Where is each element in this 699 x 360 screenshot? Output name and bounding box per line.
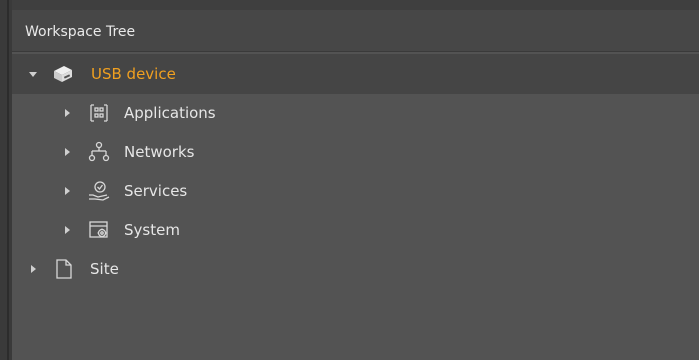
expand-arrow-right-icon[interactable]	[62, 210, 72, 250]
panel-title: Workspace Tree	[25, 24, 136, 40]
panel-header: Workspace Tree	[12, 10, 699, 52]
tree-item-networks[interactable]: Networks	[12, 132, 699, 172]
expand-arrow-down-icon[interactable]	[28, 54, 38, 94]
workspace-tree-window: Workspace Tree USB device Applications N…	[0, 0, 699, 360]
document-icon	[52, 257, 76, 281]
workspace-tree: USB device Applications Networks Service…	[12, 52, 699, 360]
tree-item-services[interactable]: Services	[12, 171, 699, 211]
tree-item-label: System	[124, 221, 180, 239]
applications-icon	[87, 101, 111, 125]
expand-arrow-right-icon[interactable]	[28, 249, 38, 289]
expand-arrow-right-icon[interactable]	[62, 132, 72, 172]
system-icon	[87, 218, 111, 242]
tree-item-site[interactable]: Site	[12, 249, 699, 289]
device-icon	[51, 62, 75, 86]
networks-icon	[87, 140, 111, 164]
tree-item-label: USB device	[91, 65, 176, 83]
tree-item-label: Applications	[124, 104, 216, 122]
tree-item-label: Site	[90, 260, 119, 278]
tree-item-label: Networks	[124, 143, 195, 161]
left-edge-divider	[7, 0, 9, 360]
expand-arrow-right-icon[interactable]	[62, 93, 72, 133]
tree-item-usb-device[interactable]: USB device	[12, 54, 699, 94]
left-edge-border	[0, 0, 12, 360]
top-strip	[0, 0, 699, 10]
tree-item-label: Services	[124, 182, 188, 200]
expand-arrow-right-icon[interactable]	[62, 171, 72, 211]
services-icon	[87, 179, 111, 203]
tree-item-applications[interactable]: Applications	[12, 93, 699, 133]
tree-item-system[interactable]: System	[12, 210, 699, 250]
